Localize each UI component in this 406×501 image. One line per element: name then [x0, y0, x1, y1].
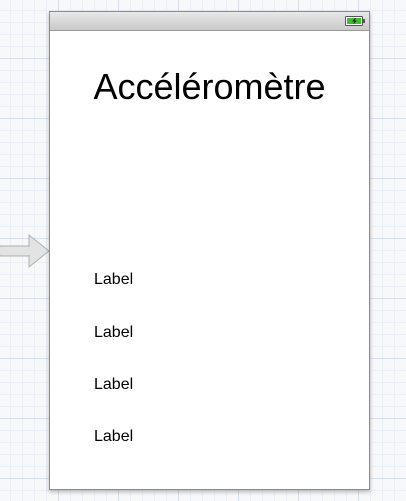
initial-view-controller-arrow-icon[interactable] — [0, 234, 50, 268]
view-controller-scene[interactable]: Accéléromètre Label Label Label Label — [49, 11, 370, 490]
status-bar — [50, 12, 369, 31]
page-title[interactable]: Accéléromètre — [50, 66, 369, 108]
label-4[interactable]: Label — [94, 428, 133, 446]
label-1[interactable]: Label — [94, 271, 133, 289]
label-2[interactable]: Label — [94, 324, 133, 342]
battery-charging-icon — [345, 16, 365, 26]
label-3[interactable]: Label — [94, 376, 133, 394]
